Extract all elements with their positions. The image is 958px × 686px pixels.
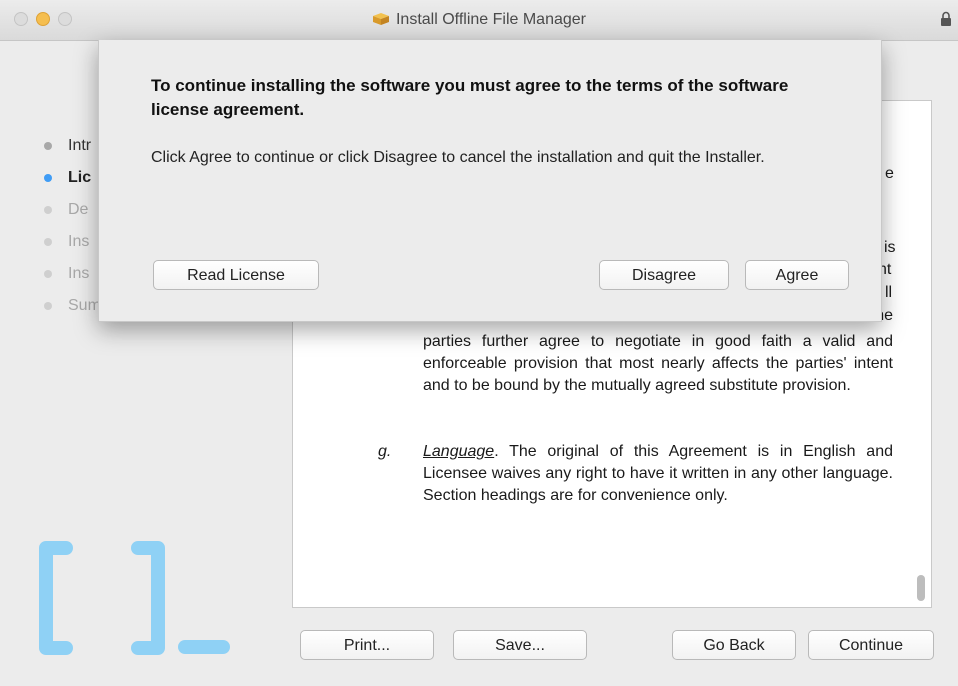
sheet-title: To continue installing the software you …: [151, 76, 789, 119]
step-label: Ins: [68, 265, 90, 282]
installer-window: Install Offline File Manager Intr Lic De…: [0, 0, 958, 686]
print-button[interactable]: Print...: [300, 630, 434, 660]
license-clause-f: parties further agree to negotiate in go…: [423, 333, 893, 394]
continue-button[interactable]: Continue: [808, 630, 934, 660]
app-logo: [39, 541, 230, 655]
license-line-fragment: e: [885, 165, 894, 182]
step-label: Lic: [68, 169, 92, 186]
license-agreement-sheet: To continue installing the software you …: [98, 40, 882, 322]
step-indicator: [44, 142, 52, 150]
step-indicator: [44, 270, 52, 278]
step-indicator: [44, 174, 52, 182]
sheet-message: Click Agree to continue or click Disagre…: [151, 149, 765, 166]
clause-marker: g.: [378, 443, 392, 460]
step-indicator: [44, 206, 52, 214]
disagree-button[interactable]: Disagree: [599, 260, 729, 290]
step-label: Ins: [68, 233, 90, 250]
scrollbar-thumb[interactable]: [917, 575, 925, 601]
step-indicator: [44, 302, 52, 310]
lock-icon: [941, 11, 951, 26]
go-back-button[interactable]: Go Back: [672, 630, 796, 660]
step-label: Intr: [68, 137, 92, 154]
clause-text: . The original of this Agreement is in E…: [423, 443, 893, 504]
title-bar[interactable]: Install Offline File Manager: [0, 0, 958, 41]
window-title: Install Offline File Manager: [0, 11, 958, 29]
step-indicator: [44, 238, 52, 246]
agree-button[interactable]: Agree: [745, 260, 849, 290]
license-clause-g: g. Language. The original of this Agreem…: [378, 441, 893, 507]
license-line-fragment: ll: [885, 284, 893, 301]
license-line-fragment: is: [884, 239, 896, 256]
read-license-button[interactable]: Read License: [153, 260, 319, 290]
package-icon: [372, 13, 389, 25]
step-label: De: [68, 201, 89, 218]
window-title-text: Install Offline File Manager: [395, 11, 586, 28]
clause-heading: Language: [423, 443, 495, 460]
save-button[interactable]: Save...: [453, 630, 587, 660]
